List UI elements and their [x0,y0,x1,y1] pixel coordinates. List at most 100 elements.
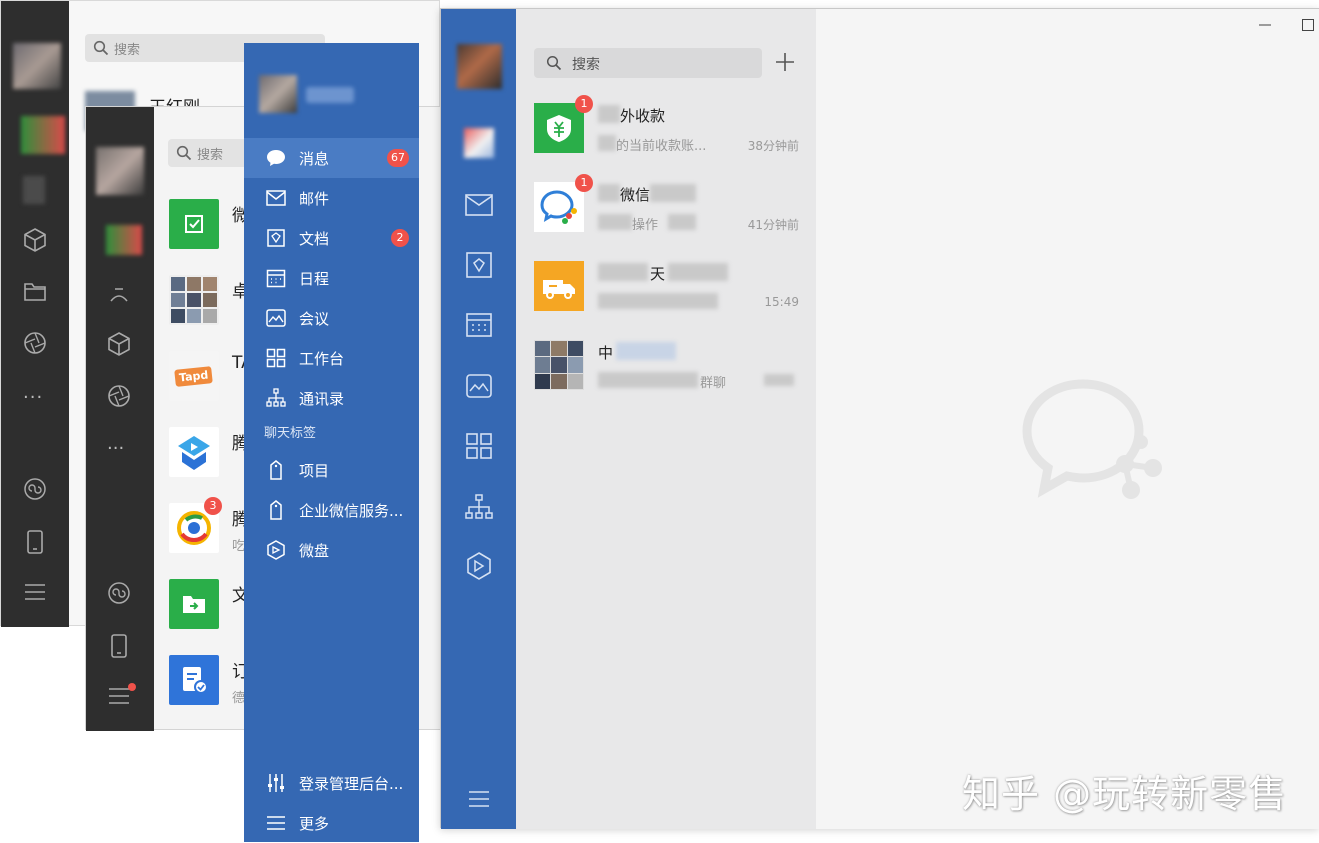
menu-item-workbench[interactable]: 工作台 [244,338,419,378]
menu-item-docs[interactable]: 文档 2 [244,218,419,258]
tag-label: 企业微信服务... [299,501,404,520]
sidebar-rail: ··· [86,107,154,731]
menu-item-label: 日程 [299,269,330,288]
group-avatar [534,340,584,390]
tapd-logo-icon: Tapd [169,351,219,401]
tag-item-project[interactable]: 项目 [244,450,419,490]
chat-pane [816,9,1319,829]
chat-icon[interactable] [106,225,142,255]
menu-item-label: 消息 [299,149,330,168]
meeting-icon[interactable] [463,370,495,402]
menu-item-mail[interactable]: 邮件 [244,178,419,218]
sidebar-rail [441,9,516,829]
workbench-icon[interactable] [463,430,495,462]
search-icon [176,145,192,161]
menu-item-contacts[interactable]: 通讯录 [244,378,419,418]
conversation-item[interactable]: 1 外收款 的当前收款账... 38分钟前 [516,91,816,169]
menu-item-calendar[interactable]: 日程 [244,258,419,298]
wecom-watermark-logo-icon [1022,379,1162,499]
calendar-icon[interactable] [463,309,495,341]
avatar[interactable] [13,43,61,89]
approval-app-icon [169,199,219,249]
menu-item-meeting[interactable]: 会议 [244,298,419,338]
menu-item-label: 文档 [299,229,330,248]
conversation-item[interactable]: 中 群聊 [516,328,816,406]
conversation-preview: 群聊 [700,376,727,391]
aperture-icon[interactable] [106,383,132,409]
maximize-button[interactable] [1300,17,1316,33]
more-icon[interactable]: ··· [23,387,43,408]
redacted-text [668,214,696,230]
chat-icon[interactable] [463,127,495,159]
redacted-text [598,293,718,309]
cube-icon[interactable] [23,227,47,253]
admin-sliders-icon [266,773,286,793]
tag-icon [266,500,286,520]
conversation-item[interactable]: 天 15:49 [516,249,816,327]
workbench-icon [266,348,286,368]
unread-count-badge: 67 [387,149,409,167]
file-transfer-icon [169,579,219,629]
tag-icon [266,460,286,480]
redacted-text [598,372,698,388]
avatar[interactable] [96,147,144,195]
more-button[interactable]: 更多 [244,803,419,843]
conversation-item[interactable]: 1 微信 操作 41分钟前 [516,170,816,248]
redacted-text [598,214,632,230]
chat-icon[interactable] [21,116,65,154]
mini-program-icon[interactable] [23,477,47,501]
cube-icon[interactable] [107,331,131,357]
navigation-menu-panel: 消息 67 邮件 文档 2 日程 会议 工作台 通讯录 聊天标签 项目 企业微信… [244,43,419,842]
chat-icon [266,148,286,168]
search-placeholder: 搜索 [572,57,600,73]
avatar[interactable] [259,75,297,113]
chat-tags-heading: 聊天标签 [264,426,317,441]
menu-icon[interactable] [108,687,130,705]
phone-icon[interactable] [109,633,129,659]
notification-dot [128,683,136,691]
main-menu: 消息 67 邮件 文档 2 日程 会议 工作台 通讯录 聊天标签 项目 企业微信… [244,138,419,570]
unread-badge: 1 [575,174,593,192]
search-placeholder: 搜索 [114,43,141,58]
menu-item-label: 更多 [299,814,330,833]
menu-item-label: 邮件 [299,189,330,208]
unread-badge: 1 [575,95,593,113]
phone-icon[interactable] [25,529,45,555]
mail-icon[interactable] [463,189,495,221]
tag-item-service[interactable]: 企业微信服务... [244,490,419,530]
add-icon[interactable] [773,50,797,74]
redacted-text [650,184,696,202]
contacts-icon[interactable] [463,491,495,523]
conversation-name: 外收款 [620,107,666,125]
more-icon[interactable]: ··· [107,438,124,459]
menu-item-label: 通讯录 [299,389,345,408]
document-icon[interactable] [463,249,495,281]
drive-icon[interactable] [463,550,495,582]
menu-item-label: 登录管理后台... [299,774,404,793]
conversation-time: 38分钟前 [747,139,799,153]
menu-icon[interactable] [463,783,495,815]
search-placeholder: 搜索 [197,148,224,163]
mail-icon [266,188,286,208]
calendar-icon [266,268,286,288]
menu-item-drive[interactable]: 微盘 [244,530,419,570]
mini-program-icon[interactable] [107,581,131,605]
delivery-app-icon [534,261,584,311]
unread-badge: 3 [204,497,222,515]
admin-login-button[interactable]: 登录管理后台... [244,763,419,803]
conversation-name: 微信 [620,186,651,204]
folder-icon[interactable] [23,280,47,302]
menu-item-messages[interactable]: 消息 67 [244,138,419,178]
search-input[interactable]: 搜索 [534,48,762,78]
menu-icon [266,813,286,833]
conversation-list: 搜索 1 外收款 的当前收款账... 38分钟前 1 微信 操作 41分钟前 天… [516,9,816,829]
mail-icon[interactable] [23,176,45,204]
avatar[interactable] [457,44,502,89]
approval-form-icon [169,655,219,705]
menu-icon[interactable] [24,583,46,601]
wecom-logo-icon [534,182,584,232]
contacts-icon[interactable] [107,281,131,305]
aperture-icon[interactable] [22,330,48,356]
conversation-preview: 操作 [632,218,659,233]
minimize-button[interactable] [1257,17,1273,33]
